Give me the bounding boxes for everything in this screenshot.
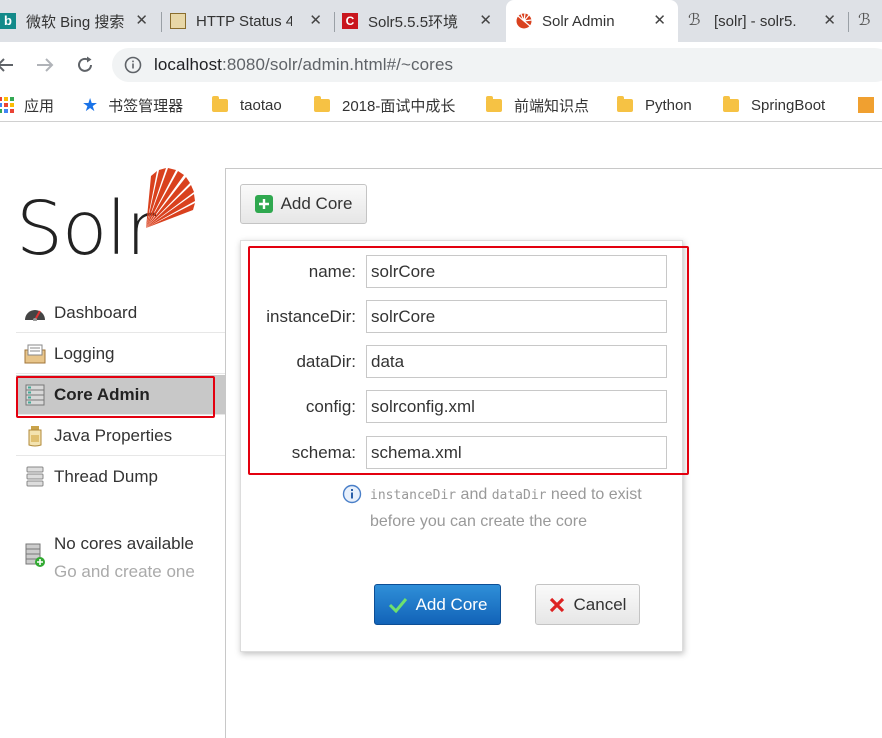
close-tab-icon[interactable]: ✕	[479, 12, 492, 30]
name-input[interactable]	[366, 255, 667, 288]
tab-overflow[interactable]: ℬ	[858, 0, 882, 42]
core-admin-icon	[24, 384, 46, 406]
instance-dir-label: instanceDir:	[266, 307, 356, 326]
url-text: localhost:8080/solr/admin.html#/~cores	[154, 55, 453, 75]
close-tab-icon[interactable]: ✕	[653, 12, 666, 30]
tomcat-icon	[170, 13, 186, 29]
tab-solr-env[interactable]: C Solr5.5.5环境 ✕	[342, 0, 504, 42]
tab-separator	[848, 12, 849, 32]
star-icon: ★	[82, 94, 99, 115]
folder-icon	[314, 95, 330, 112]
tab-separator	[334, 12, 335, 32]
tab-solr-admin[interactable]: Solr Admin ✕	[506, 0, 678, 42]
data-dir-input[interactable]	[366, 345, 667, 378]
instance-dir-input[interactable]	[366, 300, 667, 333]
folder-icon	[617, 95, 633, 112]
folder-icon	[723, 95, 739, 112]
add-core-db-icon	[25, 543, 45, 567]
reload-button[interactable]	[72, 52, 98, 78]
submit-add-core-button[interactable]: Add Core	[374, 584, 501, 625]
bookmark-folder-taotao[interactable]: taotao	[212, 95, 282, 115]
checkmark-icon	[388, 597, 407, 613]
info-icon[interactable]	[124, 56, 142, 74]
bing-icon: b	[0, 13, 16, 29]
reload-icon	[78, 56, 92, 72]
bookmark-folder-springboot[interactable]: SpringBoot	[723, 95, 825, 115]
bookmarks-bar: 应用 ★ 书签管理器 taotao 2018-面试中成长 前端知识点 Pytho…	[0, 88, 882, 122]
bookmark-site-icon	[858, 97, 874, 113]
tab-http-status[interactable]: HTTP Status 4 ✕	[170, 0, 334, 42]
hint-code-instancedir: instanceDir	[370, 488, 457, 503]
no-cores-title: No cores available	[54, 534, 194, 553]
hint-and: and	[456, 486, 492, 503]
dashboard-icon	[24, 302, 46, 324]
solr-icon	[516, 13, 532, 29]
bookmark-apps[interactable]: 应用	[0, 95, 54, 115]
forward-button[interactable]	[32, 52, 58, 78]
tab-solr-forum[interactable]: ℬ [solr] - solr5. ✕	[688, 0, 848, 42]
info-icon	[342, 484, 362, 504]
tab-bing[interactable]: b 微软 Bing 搜索 ✕	[0, 0, 160, 42]
bookmark-folder-python[interactable]: Python	[617, 95, 692, 115]
sidebar-item-logging[interactable]: Logging	[16, 334, 225, 374]
config-input[interactable]	[366, 390, 667, 423]
tab-separator	[161, 12, 162, 32]
thread-dump-icon	[24, 466, 46, 488]
url-path: :8080/solr/admin.html#/~cores	[222, 55, 454, 74]
plus-icon	[254, 195, 273, 213]
bookmark-manager[interactable]: ★ 书签管理器	[82, 95, 183, 115]
sidebar-item-thread-dump[interactable]: Thread Dump	[16, 457, 225, 497]
sidebar-item-dashboard[interactable]: Dashboard	[16, 293, 225, 333]
java-properties-icon	[24, 425, 46, 447]
apps-grid-icon	[0, 97, 14, 113]
sidebar-item-core-admin[interactable]: Core Admin	[16, 375, 225, 415]
csdn-icon: C	[342, 13, 358, 29]
directory-hint: instanceDir and dataDir need to exist be…	[370, 482, 660, 535]
cancel-button[interactable]: Cancel	[535, 584, 640, 625]
bookmark-overflow[interactable]	[858, 95, 874, 115]
close-tab-icon[interactable]: ✕	[135, 12, 148, 30]
sidebar-item-java-properties[interactable]: Java Properties	[16, 416, 225, 456]
hint-code-datadir: dataDir	[491, 488, 547, 503]
close-tab-icon[interactable]: ✕	[823, 12, 836, 30]
logging-icon	[24, 343, 46, 365]
folder-icon	[486, 95, 502, 112]
back-button[interactable]	[0, 52, 18, 78]
no-cores-subtitle: Go and create one	[54, 562, 195, 581]
back-arrow-icon	[0, 58, 13, 72]
close-icon	[549, 597, 564, 612]
forward-arrow-icon	[37, 58, 54, 72]
data-dir-label: dataDir:	[296, 352, 356, 371]
bookmark-folder-frontend[interactable]: 前端知识点	[486, 95, 589, 115]
address-bar[interactable]: localhost:8080/solr/admin.html#/~cores	[112, 48, 882, 82]
site-icon: ℬ	[688, 12, 701, 29]
close-tab-icon[interactable]: ✕	[309, 12, 322, 30]
add-core-button[interactable]: Add Core	[240, 184, 367, 224]
bookmark-folder-interview[interactable]: 2018-面试中成长	[314, 95, 455, 115]
config-label: config:	[305, 397, 356, 416]
folder-icon	[212, 95, 228, 112]
schema-label: schema:	[291, 443, 356, 462]
site-icon: ℬ	[858, 12, 871, 29]
schema-input[interactable]	[366, 436, 667, 469]
tab-strip: b 微软 Bing 搜索 ✕ HTTP Status 4 ✕ C Solr5.5…	[0, 0, 882, 42]
url-host: localhost	[154, 55, 222, 74]
name-label: name:	[308, 262, 356, 281]
solr-logo-icon	[146, 168, 195, 228]
